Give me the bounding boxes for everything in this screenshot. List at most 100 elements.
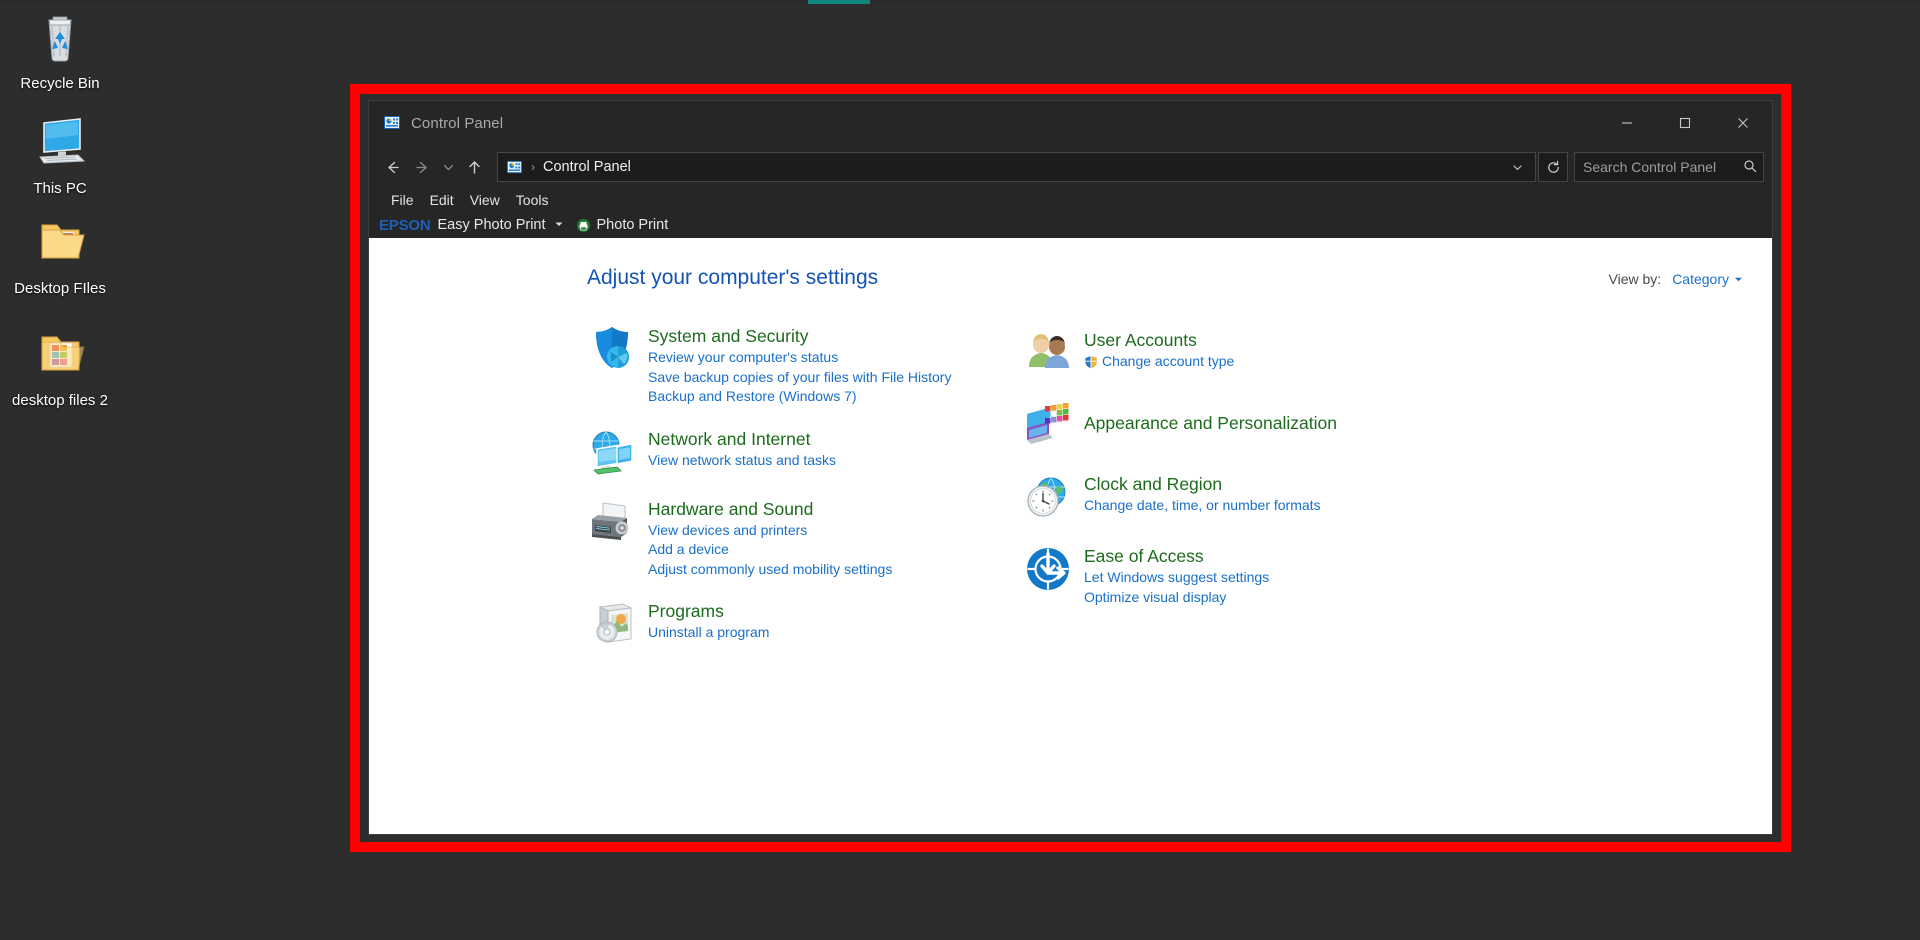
epson-print-icon (576, 218, 591, 233)
view-by-value[interactable]: Category (1672, 271, 1729, 287)
up-button[interactable] (459, 152, 489, 182)
category-body: Clock and Region Change date, time, or n… (1084, 472, 1321, 522)
photo-print-button[interactable]: Photo Print (597, 217, 669, 233)
desktop-icon-label: This PC (33, 180, 87, 197)
category-link[interactable]: View network status and tasks (648, 451, 836, 471)
category-column-right: User Accounts Change account type Appear… (1023, 324, 1423, 669)
breadcrumb-current[interactable]: Control Panel (543, 159, 631, 175)
search-icon[interactable] (1743, 159, 1757, 176)
category-title[interactable]: User Accounts (1084, 329, 1197, 351)
category-appearance-and-personalization: Appearance and Personalization (1023, 400, 1423, 450)
window-titlebar[interactable]: Control Panel (369, 101, 1772, 145)
category-body: User Accounts Change account type (1084, 328, 1234, 378)
recent-locations-button[interactable] (437, 152, 459, 182)
menu-bar: File Edit View Tools (369, 189, 1772, 212)
easy-photo-print-label[interactable]: Easy Photo Print (438, 217, 546, 233)
category-hardware-and-sound: Hardware and Sound View devices and prin… (587, 497, 987, 580)
category-title[interactable]: Network and Internet (648, 428, 810, 450)
category-ease-of-access: Ease of Access Let Windows suggest setti… (1023, 544, 1423, 607)
category-link[interactable]: Save backup copies of your files with Fi… (648, 368, 951, 388)
category-title[interactable]: System and Security (648, 325, 808, 347)
category-body: Hardware and Sound View devices and prin… (648, 497, 892, 580)
minimize-button[interactable] (1598, 101, 1656, 145)
address-bar[interactable]: › Control Panel (497, 152, 1536, 182)
category-body: System and Security Review your computer… (648, 324, 951, 407)
folder-icon (28, 213, 92, 271)
content-pane: Adjust your computer's settings View by:… (369, 238, 1772, 834)
taskbar-active-app-indicator[interactable] (808, 0, 870, 4)
maximize-button[interactable] (1656, 101, 1714, 145)
chevron-down-icon[interactable] (554, 219, 564, 232)
category-title[interactable]: Ease of Access (1084, 545, 1204, 567)
menu-item-view[interactable]: View (462, 189, 508, 212)
category-link[interactable]: Add a device (648, 540, 892, 560)
category-clock-and-region: Clock and Region Change date, time, or n… (1023, 472, 1423, 522)
chevron-down-icon[interactable] (1734, 275, 1743, 286)
category-body: Programs Uninstall a program (648, 599, 769, 649)
window-title: Control Panel (411, 114, 504, 132)
category-body: Network and Internet View network status… (648, 427, 836, 477)
category-link[interactable]: Change date, time, or number formats (1084, 496, 1321, 516)
uac-shield-icon (1084, 355, 1098, 369)
category-body: Appearance and Personalization (1084, 400, 1337, 450)
category-link[interactable]: Uninstall a program (648, 623, 769, 643)
control-panel-window: Control Panel › Control Panel Search Con… (368, 100, 1773, 835)
category-network-and-internet: Network and Internet View network status… (587, 427, 987, 477)
category-column-left: System and Security Review your computer… (587, 324, 987, 669)
category-title[interactable]: Hardware and Sound (648, 498, 813, 520)
category-title[interactable]: Clock and Region (1084, 473, 1222, 495)
desktop-icon-this-pc[interactable]: This PC (0, 113, 120, 198)
desktop-icon-desktop-files[interactable]: Desktop FIles (0, 213, 120, 298)
category-grid: System and Security Review your computer… (369, 324, 1772, 669)
desktop-icon-label: desktop files 2 (12, 392, 108, 409)
navigation-bar: › Control Panel Search Control Panel (369, 145, 1772, 189)
desktop-icon-label: Desktop FIles (14, 280, 106, 297)
chevron-down-icon[interactable] (1505, 153, 1529, 181)
category-system-and-security: System and Security Review your computer… (587, 324, 987, 407)
epson-logo: EPSON (379, 216, 431, 234)
menu-item-file[interactable]: File (383, 189, 422, 212)
network-globe-icon (587, 427, 637, 477)
user-accounts-icon (1023, 328, 1073, 378)
page-title: Adjust your computer's settings (587, 266, 879, 289)
shield-security-icon (587, 324, 637, 374)
category-link[interactable]: View devices and printers (648, 521, 892, 541)
epson-toolbar: EPSON Easy Photo Print Photo Print (369, 212, 1772, 238)
category-body: Ease of Access Let Windows suggest setti… (1084, 544, 1269, 607)
desktop-icon-desktop-files-2[interactable]: desktop files 2 (0, 325, 120, 410)
desktop-icon-recycle-bin[interactable]: Recycle Bin (0, 8, 120, 93)
category-title[interactable]: Appearance and Personalization (1084, 412, 1337, 434)
category-user-accounts: User Accounts Change account type (1023, 328, 1423, 378)
programs-box-icon (587, 599, 637, 649)
taskbar-strip (0, 0, 1920, 4)
category-link-label: Change account type (1102, 353, 1235, 369)
category-link-change-account-type[interactable]: Change account type (1084, 352, 1234, 372)
category-link[interactable]: Let Windows suggest settings (1084, 568, 1269, 588)
menu-item-tools[interactable]: Tools (508, 189, 557, 212)
forward-button[interactable] (407, 152, 437, 182)
menu-item-edit[interactable]: Edit (422, 189, 462, 212)
back-button[interactable] (377, 152, 407, 182)
window-controls (1598, 101, 1772, 145)
search-input[interactable]: Search Control Panel (1574, 152, 1764, 182)
refresh-button[interactable] (1538, 152, 1568, 182)
control-panel-icon (383, 114, 401, 132)
category-link[interactable]: Optimize visual display (1084, 588, 1269, 608)
ease-of-access-icon (1023, 544, 1073, 594)
desktop-icon-label: Recycle Bin (20, 75, 100, 92)
control-panel-icon (506, 159, 523, 176)
view-by-label: View by: (1608, 271, 1662, 287)
view-by-control: View by: Category (1609, 271, 1743, 287)
close-button[interactable] (1714, 101, 1772, 145)
clock-region-icon (1023, 472, 1073, 522)
folder-icon (28, 325, 92, 383)
category-programs: Programs Uninstall a program (587, 599, 987, 649)
desktop: Recycle Bin This PC Desktop FIles deskto… (0, 0, 1920, 940)
category-link[interactable]: Backup and Restore (Windows 7) (648, 387, 951, 407)
category-title[interactable]: Programs (648, 600, 724, 622)
breadcrumb-separator: › (531, 160, 535, 174)
category-link[interactable]: Review your computer's status (648, 348, 951, 368)
search-placeholder: Search Control Panel (1583, 159, 1717, 175)
computer-icon (28, 113, 92, 171)
category-link[interactable]: Adjust commonly used mobility settings (648, 560, 892, 580)
